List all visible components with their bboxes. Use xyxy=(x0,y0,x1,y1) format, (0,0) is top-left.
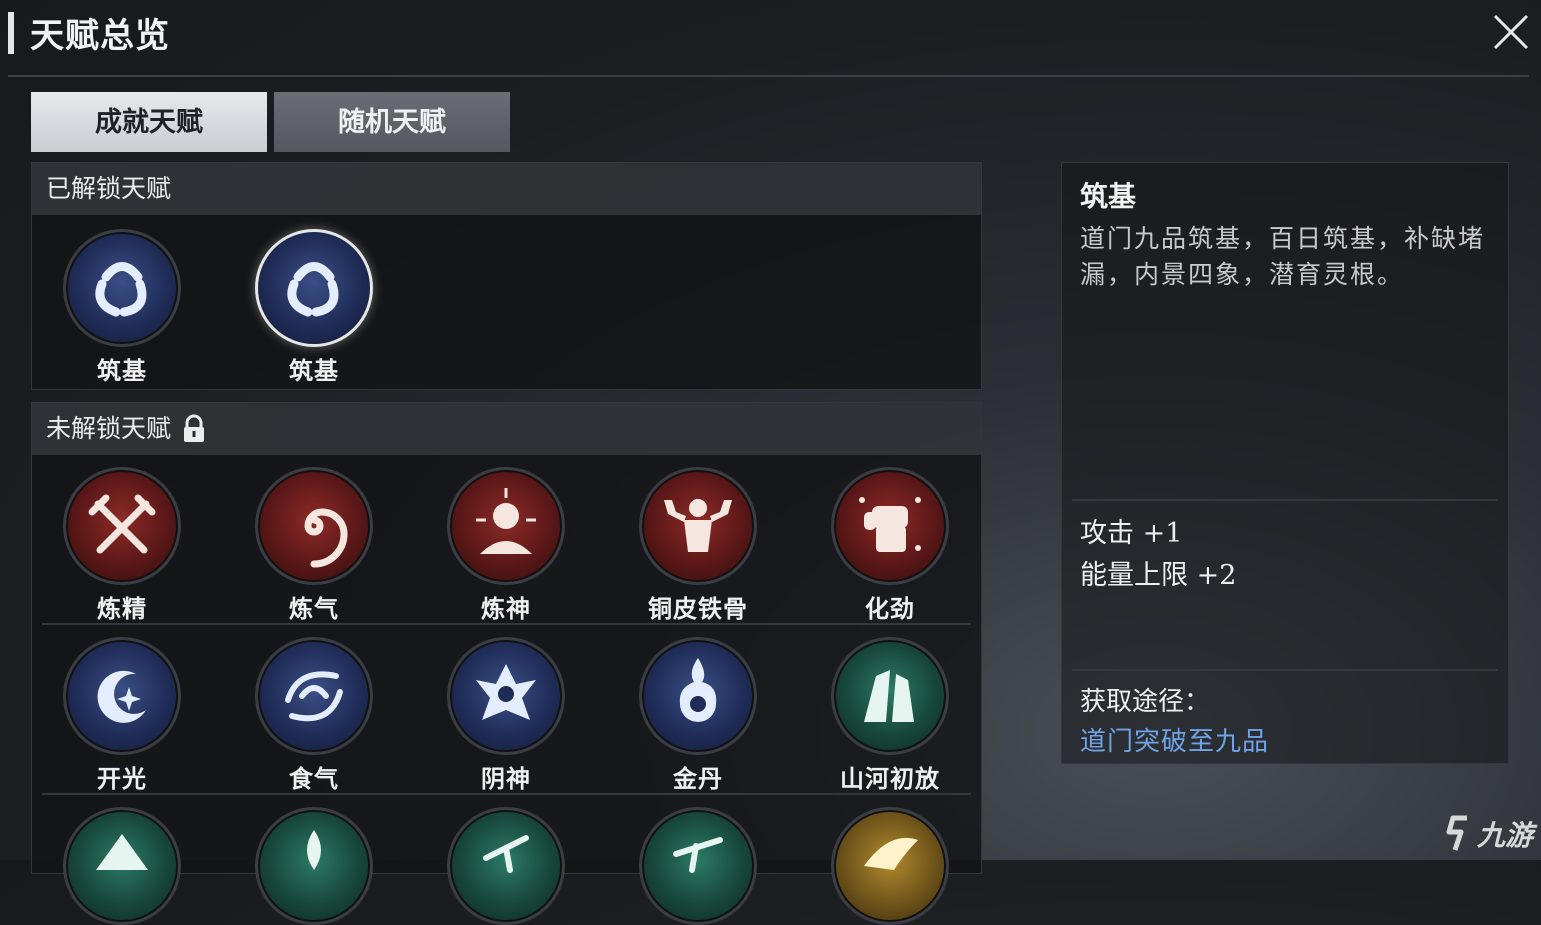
talent-item[interactable]: 炼精 xyxy=(52,467,192,624)
talent-item[interactable] xyxy=(244,807,384,925)
muscle-figure-icon xyxy=(639,467,757,585)
obtain-method-label: 获取途径： xyxy=(1080,687,1211,717)
talent-item[interactable]: 筑基 xyxy=(52,229,192,386)
detail-divider xyxy=(1072,669,1498,671)
unlocked-talents-panel: 已解锁天赋 筑基 筑基 xyxy=(31,162,982,390)
talent-name: 炼神 xyxy=(481,594,531,623)
watermark: 九游 xyxy=(1443,814,1533,854)
nine-game-logo-icon xyxy=(1446,815,1467,851)
tab-random-talents[interactable]: 随机天赋 xyxy=(274,92,510,152)
talent-name: 阴神 xyxy=(481,764,531,793)
talent-name: 开光 xyxy=(97,764,147,793)
talent-name: 铜皮铁骨 xyxy=(648,594,748,623)
branch-icon xyxy=(639,807,757,925)
talent-detail-panel: 筑基 道门九品筑基，百日筑基，补缺堵漏，内景四象，潜育灵根。 攻击 +1 能量上… xyxy=(1061,162,1509,764)
leaf-icon xyxy=(255,807,373,925)
locked-talents-panel: 未解锁天赋 炼精 炼气 炼神 铜皮铁骨 化劲 开光 食气 阴神 金丹 山河初放 xyxy=(31,402,982,925)
talent-name: 炼气 xyxy=(289,594,339,623)
row-divider xyxy=(42,793,971,795)
meditating-figure-icon xyxy=(447,467,565,585)
talent-item[interactable] xyxy=(52,807,192,925)
flame-orb-icon xyxy=(639,637,757,755)
branch-icon xyxy=(447,807,565,925)
gold-emblem-icon xyxy=(831,807,949,925)
talent-name: 食气 xyxy=(289,764,339,793)
locked-talents-title: 未解锁天赋 xyxy=(46,414,172,443)
talent-item[interactable] xyxy=(820,807,960,925)
detail-description: 道门九品筑基，百日筑基，补缺堵漏，内景四象，潜育灵根。 xyxy=(1080,224,1486,289)
crossed-swords-icon xyxy=(63,467,181,585)
swirl-icon xyxy=(63,229,181,347)
page-title: 天赋总览 xyxy=(30,16,170,56)
talent-name: 山河初放 xyxy=(840,764,940,793)
talent-item[interactable]: 化劲 xyxy=(820,467,960,624)
row-divider xyxy=(42,623,971,625)
close-button[interactable] xyxy=(1491,12,1531,52)
talent-item[interactable]: 炼气 xyxy=(244,467,384,624)
detail-title: 筑基 xyxy=(1080,180,1137,213)
talent-name: 化劲 xyxy=(865,594,915,623)
stat-attack: 攻击 +1 xyxy=(1080,518,1183,549)
talent-item[interactable]: 阴神 xyxy=(436,637,576,794)
talent-name: 金丹 xyxy=(673,764,723,793)
tab-achievement-talents[interactable]: 成就天赋 xyxy=(31,92,267,152)
talent-name: 筑基 xyxy=(97,356,147,385)
detail-divider xyxy=(1072,499,1498,501)
title-accent-bar xyxy=(8,12,14,54)
talent-item-selected[interactable]: 筑基 xyxy=(244,229,384,386)
vortex-icon xyxy=(255,637,373,755)
crescent-star-icon xyxy=(63,637,181,755)
stat-energy-cap: 能量上限 +2 xyxy=(1080,560,1237,591)
talent-name: 筑基 xyxy=(289,356,339,385)
talent-item[interactable]: 开光 xyxy=(52,637,192,794)
talent-item[interactable]: 金丹 xyxy=(628,637,768,794)
spiral-icon xyxy=(255,467,373,585)
talent-item[interactable] xyxy=(628,807,768,925)
talent-item[interactable]: 炼神 xyxy=(436,467,576,624)
mountain-peak-icon xyxy=(63,807,181,925)
title-divider xyxy=(8,75,1529,77)
mountain-icon xyxy=(831,637,949,755)
unlocked-talents-header: 已解锁天赋 xyxy=(32,163,981,215)
talent-name: 炼精 xyxy=(97,594,147,623)
unlocked-talents-title: 已解锁天赋 xyxy=(46,174,172,203)
talent-item[interactable] xyxy=(436,807,576,925)
watermark-text: 九游 xyxy=(1476,819,1533,852)
locked-talents-header: 未解锁天赋 xyxy=(32,403,981,455)
talent-item[interactable]: 食气 xyxy=(244,637,384,794)
fist-icon xyxy=(831,467,949,585)
lock-icon xyxy=(184,414,205,442)
talent-item[interactable]: 铜皮铁骨 xyxy=(628,467,768,624)
mask-icon xyxy=(447,637,565,755)
obtain-method-value: 道门突破至九品 xyxy=(1080,727,1270,757)
close-icon xyxy=(1493,14,1529,50)
title-bar: 天赋总览 xyxy=(0,0,1541,75)
talent-item[interactable]: 山河初放 xyxy=(820,637,960,794)
swirl-icon xyxy=(255,229,373,347)
